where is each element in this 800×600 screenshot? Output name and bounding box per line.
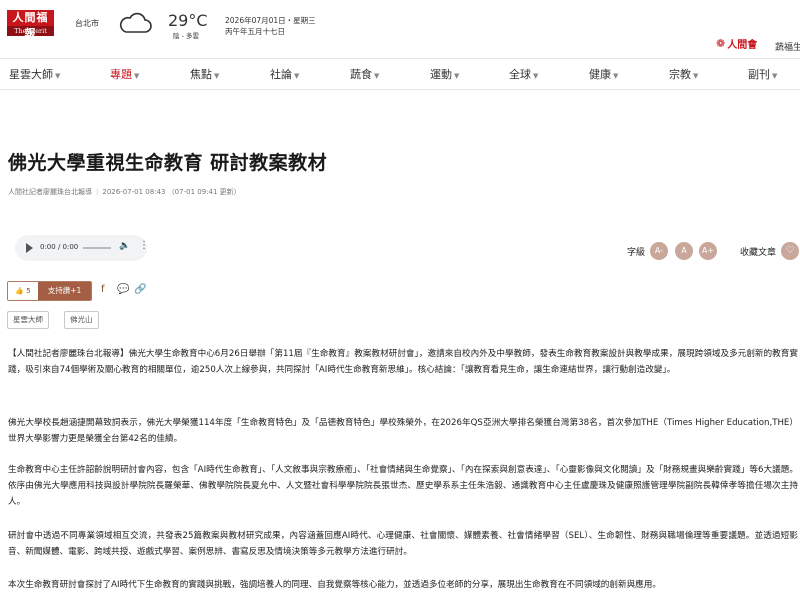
cloud-icon — [118, 12, 152, 38]
article-paragraph: 研討會中透過不同專業領域相互交流，共發表25篇教案與教材研究成果，內容涵蓋回應A… — [8, 531, 798, 557]
weather-description: 陰 - 多雲 — [173, 32, 199, 40]
article-paragraph: 生命教育中心主任許韶齡說明研討會內容，包含「AI時代生命教育」、「人文敘事與宗教… — [8, 465, 798, 507]
like-count: 👍 5 — [8, 282, 38, 300]
article-title: 佛光大學重視生命教育 研討教案教材 — [8, 152, 328, 174]
brand-label: 人間會 — [727, 40, 758, 51]
chevron-down-icon: ▼ — [693, 72, 699, 80]
nav-item-religion[interactable]: 宗教 ▼ — [669, 66, 698, 82]
like-button[interactable]: 👍 5 支持讚+1 — [7, 281, 92, 301]
tag-link[interactable]: 佛光山 — [64, 311, 99, 329]
chevron-down-icon: ▼ — [454, 72, 460, 80]
nav-item-master[interactable]: 星雲大師 ▼ — [9, 66, 60, 82]
nav-item-editorial[interactable]: 社論 ▼ — [270, 66, 299, 82]
nav-item-global[interactable]: 全球 ▼ — [509, 66, 538, 82]
article-paragraph: 【人間社記者廖麗珠台北報導】佛光大學生命教育中心6月26日舉辦「第11屆『生命教… — [8, 349, 798, 375]
more-options-icon[interactable]: ⋮ — [139, 240, 149, 251]
facebook-share-icon[interactable]: f — [101, 284, 105, 295]
audio-player[interactable]: 0:00 / 0:00 🔈 ⋮ — [15, 235, 149, 261]
site-header: 人間福報 The Merit Times 台北市 29°C 陰 - 多雲 202… — [0, 0, 800, 58]
chevron-down-icon: ▼ — [294, 72, 300, 80]
nav-item-label: 專題 — [110, 68, 132, 81]
meta-divider: | — [96, 188, 99, 196]
nav-item-label: 星雲大師 — [9, 68, 53, 81]
support-label: 支持讚+1 — [38, 282, 91, 300]
audio-time: 0:00 / 0:00 — [40, 243, 79, 251]
chevron-down-icon: ▼ — [374, 72, 380, 80]
nav-item-focus[interactable]: 焦點 ▼ — [190, 66, 219, 82]
weather-temperature: 29°C — [168, 11, 208, 30]
chevron-down-icon: ▼ — [772, 72, 778, 80]
nav-item-feature[interactable]: 專題 ▼ — [110, 66, 139, 82]
chevron-down-icon: ▼ — [214, 72, 220, 80]
font-decrease-button[interactable]: A- — [650, 242, 668, 260]
chevron-down-icon: ▼ — [613, 72, 619, 80]
line-share-icon[interactable]: 💬 — [117, 284, 129, 295]
nav-item-health[interactable]: 健康 ▼ — [589, 66, 618, 82]
nav-item-label: 全球 — [509, 68, 531, 81]
nav-item-label: 社論 — [270, 68, 292, 81]
nav-item-sports[interactable]: 運動 ▼ — [430, 66, 459, 82]
weather-city: 台北市 — [75, 19, 99, 28]
nav-item-supplement[interactable]: 副刊 ▼ — [748, 66, 777, 82]
brand-link-renjianhui[interactable]: ❁ 人間會 — [716, 36, 757, 51]
audio-progress-track[interactable] — [83, 247, 111, 249]
nav-item-label: 健康 — [589, 68, 611, 81]
article-paragraph: 本次生命教育研討會探討了AI時代下生命教育的實踐與挑戰，強調培養人的同理、自我覺… — [8, 580, 661, 590]
date-lunar: 丙午年五月十七日 — [225, 27, 285, 36]
nav-item-vegetarian[interactable]: 蔬食 ▼ — [350, 66, 379, 82]
font-size-label: 字級 — [627, 248, 646, 258]
brand-link-right[interactable]: 蔬福生 — [775, 40, 800, 53]
date-gregorian: 2026年07月01日・星期三 — [225, 16, 316, 25]
logo-sub-text: The Merit Times — [7, 26, 54, 45]
nav-item-label: 焦點 — [190, 68, 212, 81]
article-byline: 人間社記者廖麗珠台北報導 — [8, 188, 92, 196]
logo-main-text: 人間福報 — [7, 10, 54, 40]
tag-link[interactable]: 星雲大師 — [7, 311, 49, 329]
chevron-down-icon: ▼ — [55, 72, 61, 80]
article-paragraph: 佛光大學校長趙涵捷開幕致詞表示，佛光大學榮獲114年度「生命教育特色」及「品德教… — [8, 418, 798, 444]
main-nav: 星雲大師 ▼ 專題 ▼ 焦點 ▼ 社論 ▼ 蔬食 ▼ 運動 ▼ 全球 ▼ 健康 ▼ 宗教 ▼ 副刊… — [0, 58, 800, 90]
volume-icon[interactable]: 🔈 — [119, 241, 130, 251]
link-copy-icon[interactable]: 🔗 — [134, 284, 146, 295]
brand-icon: ❁ — [716, 37, 726, 50]
heart-icon[interactable]: ♡ — [781, 242, 799, 260]
thumbs-up-icon: 👍 — [15, 287, 24, 295]
nav-item-label: 宗教 — [669, 68, 691, 81]
chevron-down-icon: ▼ — [134, 72, 140, 80]
favorite-label: 收藏文章 — [740, 248, 777, 258]
like-count-value: 5 — [26, 287, 31, 295]
nav-item-label: 副刊 — [748, 68, 770, 81]
article-updated-time: （07-01 09:41 更新） — [167, 188, 241, 196]
site-logo[interactable]: 人間福報 The Merit Times — [7, 10, 54, 45]
play-icon[interactable] — [26, 243, 33, 253]
article-published-time: 2026-07-01 08:43 — [102, 188, 166, 196]
font-default-button[interactable]: A — [675, 242, 693, 260]
font-increase-button[interactable]: A+ — [699, 242, 717, 260]
nav-item-label: 蔬食 — [350, 68, 372, 81]
article-meta: 人間社記者廖麗珠台北報導 | 2026-07-01 08:43 （07-01 09:… — [8, 187, 241, 197]
nav-item-label: 運動 — [430, 68, 452, 81]
chevron-down-icon: ▼ — [533, 72, 539, 80]
